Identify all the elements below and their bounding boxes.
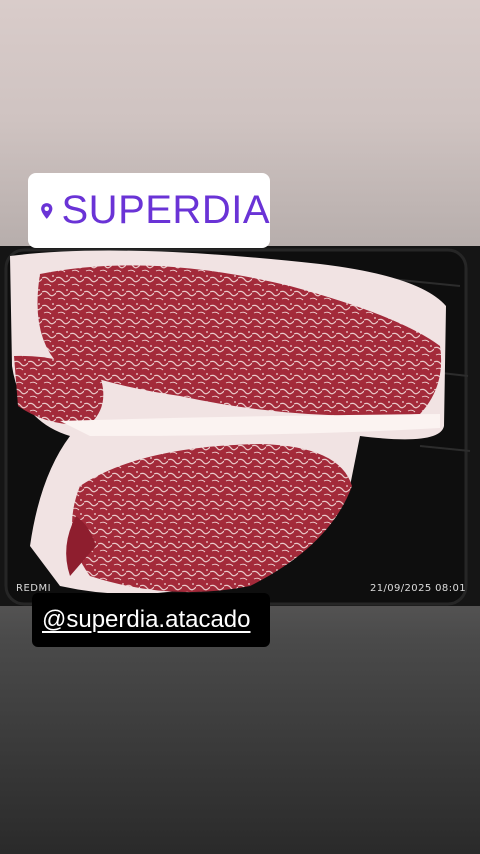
mention-sticker[interactable]: @superdia.atacado bbox=[32, 593, 270, 647]
steak-photo bbox=[0, 246, 480, 606]
location-name: SUPERDIA bbox=[61, 188, 270, 232]
mention-handle: @superdia.atacado bbox=[42, 606, 251, 633]
photo-timestamp: 21/09/2025 08:01 bbox=[369, 583, 466, 594]
location-pin-icon bbox=[41, 202, 53, 219]
location-sticker[interactable]: SUPERDIA bbox=[28, 173, 270, 248]
